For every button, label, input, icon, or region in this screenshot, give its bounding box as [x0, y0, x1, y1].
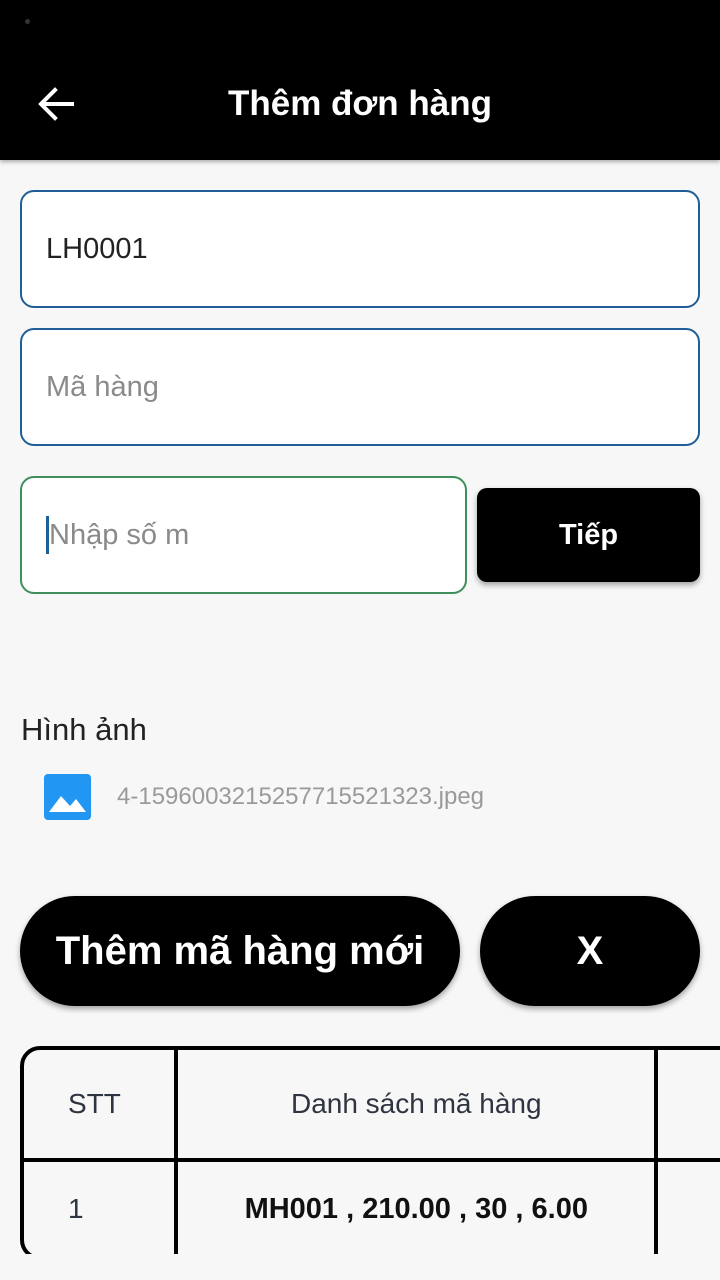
image-file-name: 4-1596003215257715521323.jpeg: [117, 783, 485, 810]
table-row[interactable]: 1 MH001 , 210.00 , 30 , 6.00: [24, 1162, 720, 1254]
close-button[interactable]: X: [480, 896, 700, 1006]
page-title: Thêm đơn hàng: [227, 84, 493, 123]
meters-placeholder: Nhập số m: [49, 518, 190, 551]
order-code-field[interactable]: LH0001: [20, 190, 700, 308]
add-new-product-button[interactable]: Thêm mã hàng mới: [20, 896, 460, 1006]
product-table: STT Danh sách mã hàng 1 MH001 , 210.00 ,…: [20, 1046, 720, 1254]
meters-input[interactable]: Nhập số m: [20, 476, 467, 594]
image-icon: [44, 774, 91, 820]
add-new-product-label: Thêm mã hàng mới: [55, 928, 425, 973]
image-section-label: Hình ảnh: [21, 712, 147, 747]
camera-dot: [25, 19, 30, 24]
header-stt: STT: [24, 1050, 179, 1162]
row-extra: [658, 1162, 720, 1254]
image-file-item[interactable]: 4-1596003215257715521323.jpeg: [44, 774, 484, 820]
next-button-label: Tiếp: [558, 518, 619, 551]
app-bar: Thêm đơn hàng: [0, 0, 720, 160]
header-extra: [658, 1050, 720, 1162]
product-code-field[interactable]: Mã hàng: [20, 328, 700, 446]
row-stt: 1: [24, 1162, 179, 1254]
table-header-row: STT Danh sách mã hàng: [24, 1050, 720, 1162]
close-button-label: X: [576, 928, 604, 973]
next-button[interactable]: Tiếp: [477, 488, 700, 582]
product-code-placeholder: Mã hàng: [46, 370, 159, 403]
order-code-value: LH0001: [46, 232, 148, 265]
header-product-list: Danh sách mã hàng: [178, 1050, 659, 1162]
row-items: MH001 , 210.00 , 30 , 6.00: [178, 1162, 659, 1254]
